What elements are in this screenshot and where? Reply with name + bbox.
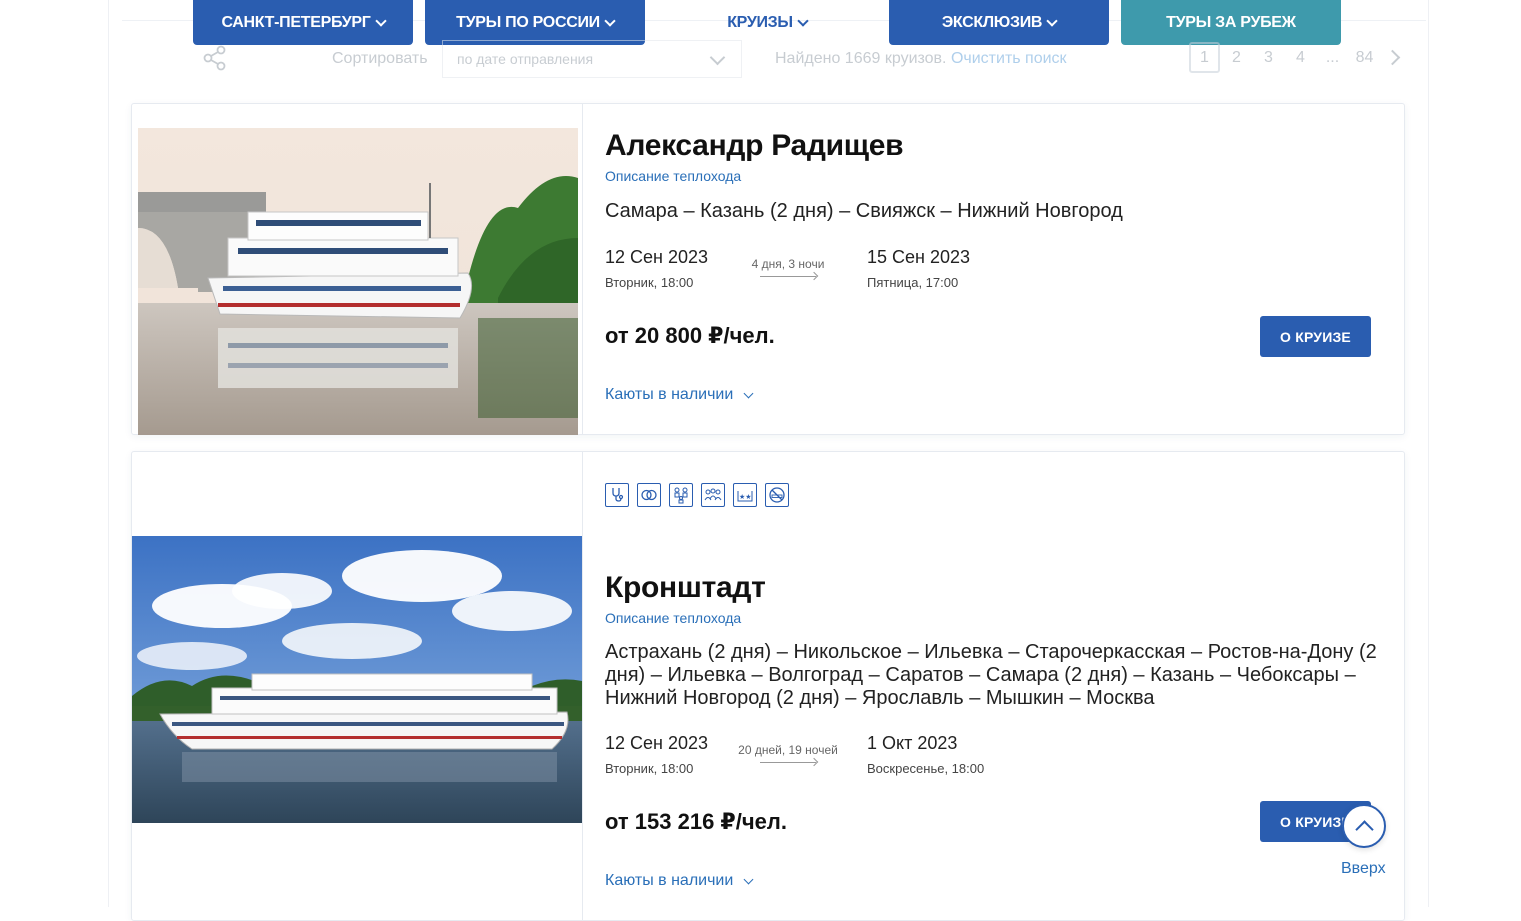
page-link-current[interactable]: 1	[1189, 42, 1220, 73]
cruise-duration: 20 дней, 19 ночей	[738, 743, 838, 757]
no-smoking-icon	[765, 483, 789, 507]
cruise-card: ★★ Кронштадт Описание теплохода Астрахан…	[131, 451, 1405, 921]
arrow-right-icon	[760, 762, 816, 763]
arrival-day: Воскресенье, 18:00	[867, 761, 985, 776]
page-link[interactable]: 4	[1285, 42, 1316, 73]
scroll-top-button[interactable]	[1342, 804, 1386, 848]
cruise-duration: 4 дня, 3 ночи	[751, 257, 825, 271]
nav-tab-label: КРУИЗЫ	[727, 13, 793, 31]
departure-date: 12 Сен 2023	[605, 247, 709, 267]
page-link[interactable]: 3	[1253, 42, 1284, 73]
chevron-down-icon	[743, 874, 754, 884]
chevron-down-icon	[709, 49, 726, 66]
arrow-right-icon	[760, 276, 816, 277]
cruise-info: ★★ Кронштадт Описание теплохода Астрахан…	[605, 452, 1388, 920]
nav-tab-label: ТУРЫ ПО РОССИИ	[456, 13, 600, 31]
ship-photo[interactable]	[138, 128, 578, 435]
nav-tab-label: ТУРЫ ЗА РУБЕЖ	[1166, 13, 1296, 31]
rings-icon	[637, 483, 661, 507]
chevron-up-icon	[1354, 819, 1374, 839]
nav-tab-label: ЭКСКЛЮЗИВ	[941, 13, 1043, 31]
cruise-price: от 20 800 ₽/чел.	[605, 323, 775, 348]
nav-tab-label: САНКТ-ПЕТЕРБУРГ	[221, 13, 371, 31]
cruise-card: Александр Радищев Описание теплохода Сам…	[131, 103, 1405, 435]
group-icon	[701, 483, 725, 507]
ship-photo-column	[132, 104, 583, 435]
share-icon[interactable]	[202, 45, 228, 71]
nav-tab-exclusive[interactable]: ЭКСКЛЮЗИВ	[889, 0, 1109, 45]
cruise-info: Александр Радищев Описание теплохода Сам…	[605, 104, 1388, 434]
cabins-available-toggle[interactable]: Каюты в наличии	[605, 872, 754, 890]
scroll-top-label[interactable]: Вверх	[1341, 860, 1386, 878]
family-icon	[669, 483, 693, 507]
page-ellipsis: ...	[1325, 48, 1340, 66]
ship-name[interactable]: Кронштадт	[605, 571, 766, 605]
arrival-day: Пятница, 17:00	[867, 275, 959, 290]
nav-tab-abroad-tours[interactable]: ТУРЫ ЗА РУБЕЖ	[1121, 0, 1341, 45]
results-toolbar: Сортировать по дате отправления Найдено …	[0, 40, 1521, 80]
cruise-price: от 153 216 ₽/чел.	[605, 809, 787, 834]
results-count-text: Найдено 1669 круизов.	[775, 50, 947, 67]
departure-day: Вторник, 18:00	[605, 275, 694, 290]
cruise-details-button[interactable]: О КРУИЗЕ	[1260, 316, 1371, 357]
stethoscope-icon	[605, 483, 629, 507]
nav-tab-cruises[interactable]: КРУИЗЫ	[657, 0, 877, 45]
page-link[interactable]: 2	[1221, 42, 1252, 73]
sort-label: Сортировать	[332, 50, 428, 67]
amenities-icons: ★★	[605, 483, 789, 507]
chevron-down-icon	[797, 14, 809, 27]
ship-description-link[interactable]: Описание теплохода	[605, 610, 741, 626]
departure-day: Вторник, 18:00	[605, 761, 694, 776]
cabins-available-toggle[interactable]: Каюты в наличии	[605, 386, 754, 404]
cruise-route: Самара – Казань (2 дня) – Свияжск – Нижн…	[605, 200, 1123, 222]
cabins-label: Каюты в наличии	[605, 872, 734, 889]
svg-text:★★: ★★	[739, 493, 752, 501]
cabins-label: Каюты в наличии	[605, 386, 734, 403]
sort-select[interactable]: по дате отправления	[442, 40, 742, 78]
nav-tab-russia-tours[interactable]: ТУРЫ ПО РОССИИ	[425, 0, 645, 45]
nav-tab-saint-petersburg[interactable]: САНКТ-ПЕТЕРБУРГ	[193, 0, 413, 45]
rating-stars-icon: ★★	[733, 483, 757, 507]
departure-date: 12 Сен 2023	[605, 733, 709, 753]
ship-name[interactable]: Александр Радищев	[605, 129, 904, 163]
page-link-last[interactable]: 84	[1349, 42, 1380, 73]
chevron-down-icon	[374, 14, 387, 27]
ship-description-link[interactable]: Описание теплохода	[605, 168, 741, 184]
chevron-down-icon	[1046, 14, 1058, 27]
ship-photo-column	[132, 452, 583, 920]
cruise-route: Астрахань (2 дня) – Никольское – Ильевка…	[605, 641, 1377, 709]
ship-photo[interactable]	[132, 536, 582, 823]
sort-select-value: по дате отправления	[457, 51, 594, 67]
chevron-right-icon[interactable]	[1384, 49, 1401, 66]
clear-search-link[interactable]: Очистить поиск	[951, 50, 1067, 67]
results-count: Найдено 1669 круизов. Очистить поиск	[775, 50, 1067, 68]
chevron-down-icon	[743, 388, 754, 398]
chevron-down-icon	[604, 14, 616, 27]
arrival-date: 1 Окт 2023	[867, 733, 958, 753]
pagination: 1 2 3 4 ... 84	[1189, 42, 1401, 73]
arrival-date: 15 Сен 2023	[867, 247, 971, 267]
